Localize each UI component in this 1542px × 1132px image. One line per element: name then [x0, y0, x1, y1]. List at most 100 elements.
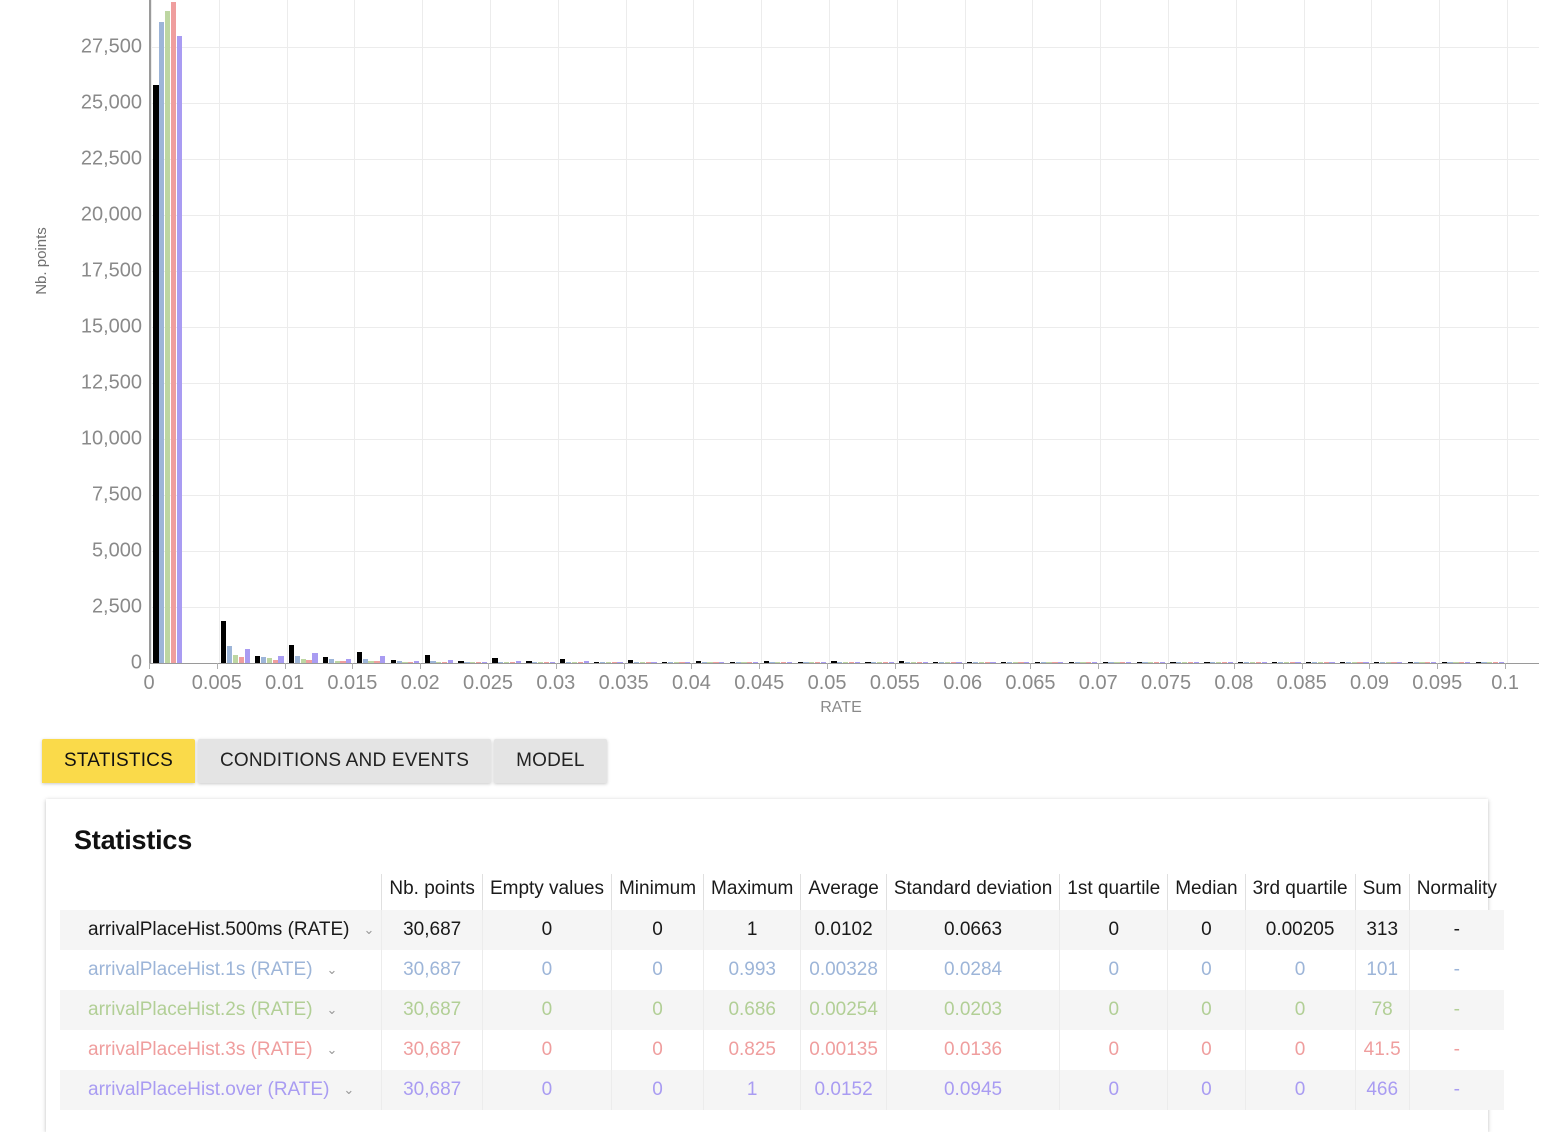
- y-tick-label: 15,000: [80, 315, 142, 338]
- row-series-name-cell[interactable]: arrivalPlaceHist.500ms (RATE) ⌄: [60, 910, 382, 951]
- cell-nb-points: 30,687: [381, 950, 483, 991]
- row-series-name: arrivalPlaceHist.500ms (RATE): [88, 919, 350, 940]
- cell-empty-values: 0: [481, 950, 612, 991]
- table-row[interactable]: arrivalPlaceHist.3s (RATE) ⌄ 30,687 0 0 0.825…: [60, 1030, 1504, 1071]
- histogram-bar: [244, 649, 250, 663]
- row-series-name-cell[interactable]: arrivalPlaceHist.3s (RATE) ⌄: [60, 1030, 382, 1071]
- row-series-name-cell[interactable]: arrivalPlaceHist.2s (RATE) ⌄: [60, 990, 382, 1031]
- cell-standard-deviation: 0.0136: [885, 1030, 1060, 1071]
- x-tick-label: 0.055: [869, 672, 920, 694]
- x-tick-mark: [488, 663, 490, 669]
- chevron-down-icon[interactable]: ⌄: [327, 1002, 338, 1018]
- x-tick-label: 0.04: [671, 672, 711, 694]
- x-tick-label: 0.075: [1141, 672, 1192, 694]
- cell-average: 0.0102: [800, 910, 887, 951]
- x-tick-label: 0.065: [1005, 672, 1056, 694]
- histogram-bar: [227, 646, 233, 663]
- y-tick-label: 7,500: [91, 483, 142, 506]
- x-tick-label: 0.015: [327, 672, 378, 694]
- column-header: 1st quartile: [1059, 874, 1168, 910]
- cell-nb-points: 30,687: [381, 990, 483, 1031]
- column-header: Median: [1167, 874, 1246, 910]
- x-tick-mark: [1505, 663, 1507, 669]
- x-tick-mark: [149, 663, 150, 669]
- cell-sum: 101: [1354, 950, 1410, 991]
- statistics-table-body: arrivalPlaceHist.500ms (RATE) ⌄ 30,687 0 0 1 0…: [60, 910, 1504, 1111]
- cell-maximum: 1: [703, 910, 801, 951]
- cell-q1: 0: [1059, 1070, 1168, 1111]
- x-tick-label: 0.08: [1214, 672, 1254, 694]
- cell-nb-points: 30,687: [381, 910, 483, 951]
- cell-median: 0: [1167, 1070, 1246, 1111]
- y-tick-label: 0: [130, 651, 142, 674]
- histogram-bar: [159, 22, 165, 663]
- cell-empty-values: 0: [481, 1070, 612, 1111]
- chevron-down-icon[interactable]: ⌄: [327, 1042, 338, 1058]
- cell-median: 0: [1167, 1030, 1246, 1071]
- x-tick-label: 0.035: [598, 672, 649, 694]
- row-series-name-cell[interactable]: arrivalPlaceHist.over (RATE) ⌄: [60, 1070, 382, 1111]
- x-tick-mark: [1098, 663, 1100, 669]
- column-header-name: [60, 874, 382, 910]
- x-tick-label: 0.095: [1412, 672, 1463, 694]
- histogram-chart: Nb. points 0 2,500 5,000 7,500 10,000 12,500 1…: [0, 0, 1542, 730]
- x-tick-mark: [352, 663, 354, 669]
- chevron-down-icon[interactable]: ⌄: [327, 962, 338, 978]
- histogram-bar: [176, 35, 182, 663]
- histogram-bar: [165, 11, 171, 663]
- histogram-bar: [232, 654, 239, 663]
- histogram-bar: [424, 654, 430, 663]
- x-tick-mark: [1369, 663, 1371, 669]
- y-tick-label: 2,500: [91, 595, 142, 618]
- x-tick-mark: [1301, 663, 1303, 669]
- cell-minimum: 0: [610, 990, 704, 1031]
- histogram-bar: [255, 655, 261, 663]
- histogram-bar: [356, 651, 362, 663]
- cell-maximum: 0.825: [703, 1030, 801, 1071]
- histogram-bar: [294, 656, 301, 663]
- cell-normality: -: [1408, 990, 1504, 1031]
- tab-statistics[interactable]: STATISTICS: [42, 739, 195, 783]
- cell-q1: 0: [1059, 990, 1168, 1031]
- tab-model[interactable]: MODEL: [494, 739, 607, 783]
- chevron-down-icon[interactable]: ⌄: [363, 922, 374, 938]
- tab-conditions-and-events[interactable]: CONDITIONS AND EVENTS: [197, 739, 492, 783]
- table-row[interactable]: arrivalPlaceHist.2s (RATE) ⌄ 30,687 0 0 0.686…: [60, 990, 1504, 1031]
- x-tick-mark: [1166, 663, 1168, 669]
- histogram-bar: [312, 653, 318, 663]
- cell-median: 0: [1167, 910, 1246, 951]
- table-row[interactable]: arrivalPlaceHist.500ms (RATE) ⌄ 30,687 0 0 1 0…: [60, 910, 1504, 951]
- row-series-name: arrivalPlaceHist.3s (RATE): [88, 1039, 313, 1061]
- cell-empty-values: 0: [481, 910, 612, 951]
- table-row[interactable]: arrivalPlaceHist.1s (RATE) ⌄ 30,687 0 0 0.993…: [60, 950, 1504, 991]
- statistics-table: Nb. points Empty values Minimum Maximum Aver…: [60, 874, 1504, 1111]
- bar-series-container: [151, 0, 1539, 663]
- row-series-name: arrivalPlaceHist.over (RATE): [88, 1079, 330, 1101]
- x-tick-label: 0.03: [536, 672, 576, 694]
- table-row[interactable]: arrivalPlaceHist.over (RATE) ⌄ 30,687 0 0 1 0.…: [60, 1070, 1504, 1111]
- row-series-name-cell[interactable]: arrivalPlaceHist.1s (RATE) ⌄: [60, 950, 382, 991]
- x-tick-label: 0: [143, 672, 155, 694]
- cell-median: 0: [1167, 950, 1246, 991]
- cell-q3: 0: [1244, 1070, 1356, 1111]
- y-tick-label: 20,000: [80, 203, 142, 226]
- x-tick-mark: [216, 663, 218, 669]
- y-tick-label: 17,500: [80, 259, 142, 282]
- cell-q3: 0: [1244, 950, 1356, 991]
- cell-maximum: 0.993: [703, 950, 801, 991]
- x-tick-label: 0.02: [400, 672, 440, 694]
- chevron-down-icon[interactable]: ⌄: [343, 1082, 354, 1098]
- x-tick-mark: [759, 663, 761, 669]
- plot-area: [149, 0, 1539, 663]
- x-tick-label: 0.01: [265, 672, 305, 694]
- x-tick-mark: [1233, 663, 1235, 669]
- cell-nb-points: 30,687: [381, 1030, 483, 1071]
- cell-sum: 78: [1354, 990, 1410, 1031]
- cell-standard-deviation: 0.0663: [885, 910, 1060, 951]
- y-tick-label: 5,000: [91, 539, 142, 562]
- x-tick-mark: [623, 663, 625, 669]
- y-tick-label: 27,500: [80, 35, 142, 58]
- histogram-bar: [278, 655, 284, 663]
- column-header: Empty values: [481, 874, 612, 910]
- cell-q1: 0: [1059, 1030, 1168, 1071]
